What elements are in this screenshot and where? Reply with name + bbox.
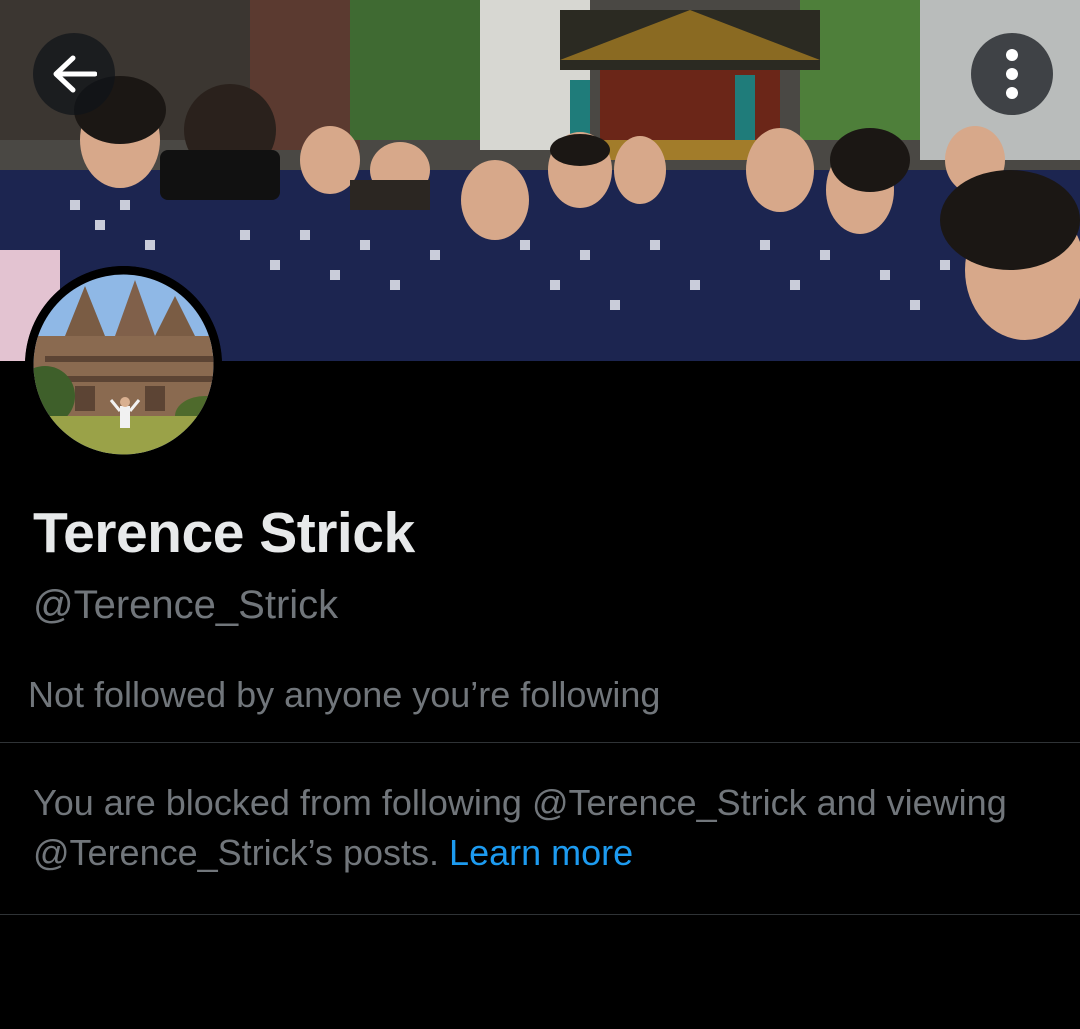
learn-more-link[interactable]: Learn more xyxy=(449,832,633,873)
section-divider xyxy=(0,914,1080,915)
profile-handle: @Terence_Strick xyxy=(33,583,339,627)
more-vertical-icon xyxy=(1006,49,1018,99)
blocked-notice: You are blocked from following @Terence_… xyxy=(33,778,1063,878)
section-divider xyxy=(0,742,1080,743)
display-name: Terence Strick xyxy=(33,501,415,565)
profile-avatar[interactable] xyxy=(25,266,222,463)
back-arrow-icon xyxy=(53,55,97,93)
followers-you-know-note: Not followed by anyone you’re following xyxy=(28,674,661,715)
more-options-button[interactable] xyxy=(971,33,1053,115)
avatar-photo xyxy=(25,266,222,463)
back-button[interactable] xyxy=(33,33,115,115)
